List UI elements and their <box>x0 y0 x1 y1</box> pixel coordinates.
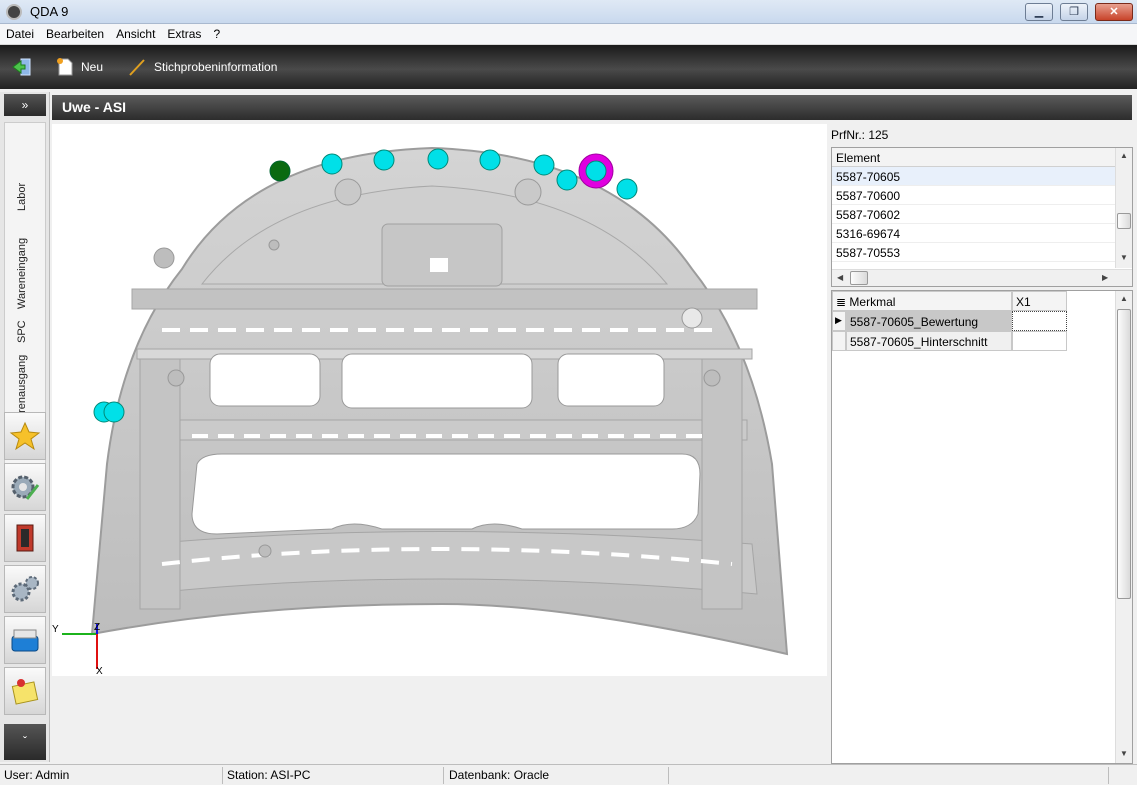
element-row[interactable]: 5587-70605 <box>832 167 1115 186</box>
status-database: Datenbank: Oracle <box>449 768 550 782</box>
settings-button[interactable] <box>4 565 46 613</box>
new-button[interactable]: Neu <box>55 57 103 77</box>
x1-value-cell[interactable] <box>1012 331 1067 351</box>
menu-help[interactable]: ? <box>207 24 226 41</box>
table-icon: ≣ <box>836 295 847 309</box>
menu-datei[interactable]: Datei <box>0 24 40 41</box>
database-button[interactable] <box>4 616 46 664</box>
logout-button[interactable] <box>4 514 46 562</box>
row-indicator-icon: ▶ <box>832 311 846 331</box>
element-row[interactable]: 5587-70602 <box>832 205 1115 224</box>
star-icon <box>9 421 41 451</box>
content-header: Uwe - ASI <box>52 95 1132 120</box>
new-label: Neu <box>81 60 104 74</box>
part-viewport[interactable]: Y Z X <box>52 124 827 677</box>
scroll-up-icon[interactable]: ▲ <box>1120 151 1128 160</box>
configure-button[interactable] <box>4 463 46 511</box>
scroll-down-icon[interactable]: ▼ <box>1120 749 1128 758</box>
sample-info-label: Stichprobeninformation <box>154 60 278 74</box>
scroll-thumb[interactable] <box>1117 213 1131 229</box>
scroll-thumb[interactable] <box>850 271 868 285</box>
sidebar-expand-button[interactable]: » <box>4 94 46 116</box>
merkmal-column-header[interactable]: ≣ Merkmal <box>832 291 1012 311</box>
element-grid: Element 5587-70605 5587-70600 5587-70602… <box>831 147 1133 287</box>
exit-icon <box>12 58 31 76</box>
tab-spc[interactable]: SPC <box>16 320 28 343</box>
minimize-button[interactable]: ▁ <box>1025 3 1053 21</box>
status-bar: User: Admin Station: ASI-PC Datenbank: O… <box>0 764 1137 785</box>
element-horizontal-scrollbar[interactable]: ◀ ▶ <box>832 269 1132 286</box>
scroll-right-icon[interactable]: ▶ <box>1102 273 1108 282</box>
exit-door-icon <box>16 524 34 552</box>
title-bar: QDA 9 ▁ ❐ ✕ <box>0 0 1137 24</box>
scroll-down-icon[interactable]: ▼ <box>1120 253 1128 262</box>
toolbar: Neu Stichprobeninformation <box>0 45 1137 89</box>
app-logo-icon <box>6 4 22 20</box>
axis-y-label: Y <box>52 624 59 635</box>
favorites-button[interactable] <box>4 412 46 460</box>
sidebar-collapse-button[interactable]: ˇ <box>4 724 46 760</box>
element-row[interactable]: 5587-70553 <box>832 243 1115 262</box>
status-station: Station: ASI-PC <box>227 768 311 782</box>
close-button[interactable]: ✕ <box>1095 3 1133 21</box>
element-row[interactable]: 5587-70600 <box>832 186 1115 205</box>
merkmal-vertical-scrollbar[interactable]: ▲ ▼ <box>1115 291 1132 763</box>
merkmal-row[interactable]: 5587-70605_Hinterschnitt <box>846 331 1012 351</box>
menu-bar: Datei Bearbeiten Ansicht Extras? <box>0 24 1137 45</box>
merkmal-row[interactable]: 5587-70605_Bewertung <box>846 311 1012 331</box>
scroll-thumb[interactable] <box>1117 309 1131 599</box>
prfnr-label: PrfNr.: 125 <box>831 128 889 142</box>
menu-ansicht[interactable]: Ansicht <box>110 24 161 41</box>
exit-button[interactable] <box>12 57 32 77</box>
axis-x-label: X <box>96 666 103 676</box>
element-vertical-scrollbar[interactable]: ▲ ▼ <box>1115 148 1132 268</box>
sample-info-button[interactable]: Stichprobeninformation <box>128 57 277 77</box>
element-row[interactable]: 5316-69674 <box>832 224 1115 243</box>
notes-button[interactable] <box>4 667 46 715</box>
restore-button[interactable]: ❐ <box>1060 3 1088 21</box>
tab-wareneingang[interactable]: Wareneingang <box>16 238 28 309</box>
status-divider <box>222 767 223 784</box>
notepad-icon <box>11 679 39 705</box>
tab-labor[interactable]: Labor <box>16 183 28 211</box>
settings-edit-icon <box>11 475 40 500</box>
x1-column-header[interactable]: X1 <box>1012 291 1067 311</box>
database-icon <box>11 629 39 652</box>
sidebar: » Labor Wareneingang SPC Warenausgang ˇ <box>0 92 50 762</box>
scroll-up-icon[interactable]: ▲ <box>1120 294 1128 303</box>
x1-value-cell[interactable] <box>1012 311 1067 331</box>
merkmal-grid: ≣ Merkmal X1 ▶ 5587-70605_Bewertung 5587… <box>831 290 1133 764</box>
axis-z-label: Z <box>94 622 100 633</box>
status-divider <box>668 767 669 784</box>
menu-bearbeiten[interactable]: Bearbeiten <box>40 24 110 41</box>
status-divider <box>1108 767 1109 784</box>
pencil-icon <box>129 59 145 76</box>
element-column-header[interactable]: Element <box>832 148 1115 167</box>
right-panel: PrfNr.: 125 Element 5587-70605 5587-7060… <box>829 124 1135 764</box>
menu-extras[interactable]: Extras <box>161 24 207 41</box>
viewport-footer <box>52 676 827 763</box>
gears-icon <box>11 576 39 602</box>
window-title: QDA 9 <box>30 4 69 19</box>
status-user: User: Admin <box>4 768 70 782</box>
row-indicator <box>832 331 846 351</box>
page-title: Uwe - ASI <box>62 99 127 115</box>
hood-3d-model: Y Z X <box>52 146 789 677</box>
merkmal-header-label: Merkmal <box>849 295 896 309</box>
new-document-icon <box>57 58 73 76</box>
status-divider <box>443 767 444 784</box>
scroll-left-icon[interactable]: ◀ <box>837 273 843 282</box>
